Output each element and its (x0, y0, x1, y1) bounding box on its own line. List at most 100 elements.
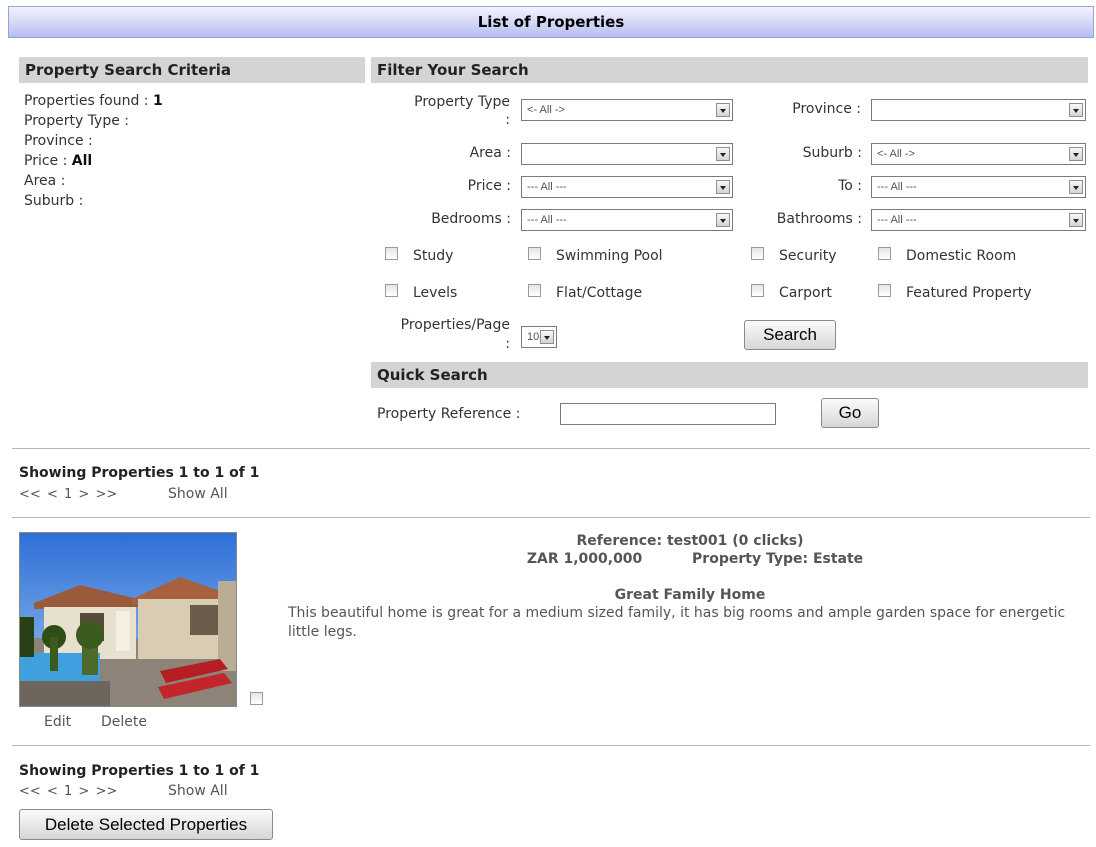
area-row: Area : (24, 173, 66, 189)
house-photo-icon (20, 533, 236, 706)
swimming-pool-checkbox[interactable] (528, 247, 541, 260)
chevron-down-icon (540, 330, 554, 344)
properties-found-label: Properties found : (24, 93, 149, 109)
carport-label: Carport (779, 285, 832, 301)
price-select-value: --- All --- (527, 181, 567, 193)
price-select[interactable]: --- All --- (521, 176, 733, 198)
chevron-down-icon (716, 103, 730, 117)
criteria-heading: Property Search Criteria (19, 57, 365, 83)
price-row: Price : All (24, 151, 163, 171)
property-photo[interactable] (19, 532, 237, 707)
bathrooms-label: Bathrooms : (776, 211, 862, 227)
pager-page-1[interactable]: 1 (64, 784, 72, 799)
featured-property-label: Featured Property (906, 285, 1032, 301)
pager-next[interactable]: > (78, 784, 89, 799)
property-type-row: Property Type : (24, 113, 130, 129)
showing-properties-top: Showing Properties 1 to 1 of 1 (19, 465, 260, 481)
flat-cottage-checkbox[interactable] (528, 284, 541, 297)
chevron-down-icon (1069, 103, 1083, 117)
suburb-select[interactable]: <- All -> (871, 143, 1086, 165)
security-checkbox[interactable] (751, 247, 764, 260)
divider (12, 448, 1090, 449)
property-type-select-value: <- All -> (527, 104, 565, 116)
study-label: Study (413, 248, 454, 264)
showing-properties-bottom: Showing Properties 1 to 1 of 1 (19, 763, 260, 779)
domestic-room-label: Domestic Room (906, 248, 1017, 264)
pager-first[interactable]: << (19, 487, 41, 502)
suburb-label: Suburb : (802, 145, 862, 161)
criteria-summary: Properties found : 1 Property Type : Pro… (24, 91, 163, 211)
price-value: All (71, 153, 93, 169)
listing-description: This beautiful home is great for a mediu… (288, 605, 1066, 640)
flat-cottage-label: Flat/Cottage (556, 285, 643, 301)
delete-link[interactable]: Delete (101, 714, 147, 730)
area-label: Area : (469, 145, 511, 161)
chevron-down-icon (716, 213, 730, 227)
show-all-link-top[interactable]: Show All (168, 486, 228, 502)
chevron-down-icon (1069, 147, 1083, 161)
edit-link[interactable]: Edit (44, 714, 71, 730)
chevron-down-icon (716, 180, 730, 194)
suburb-select-value: <- All -> (877, 148, 915, 160)
province-label: Province : (792, 101, 861, 117)
listing-price: ZAR 1,000,000 (526, 551, 643, 567)
bedrooms-label: Bedrooms : (431, 211, 511, 227)
carport-checkbox[interactable] (751, 284, 764, 297)
pager-first[interactable]: << (19, 784, 41, 799)
divider (12, 745, 1090, 746)
pager-prev[interactable]: < (47, 784, 58, 799)
quick-search-heading: Quick Search (371, 362, 1088, 388)
delete-selected-button[interactable]: Delete Selected Properties (19, 809, 273, 840)
properties-found-value: 1 (152, 93, 163, 109)
listing-reference: Reference: test001 (0 clicks) (576, 533, 804, 549)
chevron-down-icon (1069, 213, 1083, 227)
per-page-label-text: Properties/Page (400, 317, 510, 333)
chevron-down-icon (1069, 180, 1083, 194)
per-page-select-value: 10 (527, 331, 540, 343)
domestic-room-checkbox[interactable] (878, 247, 891, 260)
listing-title: Great Family Home (614, 587, 766, 603)
property-type-select[interactable]: <- All -> (521, 99, 733, 121)
featured-property-checkbox[interactable] (878, 284, 891, 297)
suburb-row: Suburb : (24, 193, 84, 209)
property-type-label: Property Type : (380, 93, 510, 129)
swimming-pool-label: Swimming Pool (556, 248, 663, 264)
per-page-label-colon: : (505, 336, 510, 352)
pager-last[interactable]: >> (95, 487, 117, 502)
to-label: To : (838, 178, 862, 194)
pager-top: << < 1 > >> (19, 487, 119, 502)
pager-next[interactable]: > (78, 487, 89, 502)
property-reference-input[interactable] (560, 403, 776, 425)
price-filter-label: Price : (467, 178, 511, 194)
go-button[interactable]: Go (821, 398, 879, 428)
page-title: List of Properties (8, 6, 1094, 38)
select-property-checkbox[interactable] (250, 692, 263, 705)
pager-prev[interactable]: < (47, 487, 58, 502)
per-page-select[interactable]: 10 (521, 326, 557, 348)
divider (12, 517, 1090, 518)
levels-checkbox[interactable] (385, 284, 398, 297)
property-type-label-colon: : (505, 112, 510, 128)
show-all-link-bottom[interactable]: Show All (168, 783, 228, 799)
price-label: Price : (24, 153, 68, 169)
search-button[interactable]: Search (744, 320, 836, 350)
property-type-label-text: Property Type (414, 94, 510, 110)
area-select[interactable] (521, 143, 733, 165)
listing-property-type: Property Type: Estate (692, 551, 864, 567)
chevron-down-icon (716, 147, 730, 161)
listing-meta: ZAR 1,000,000 Property Type: Estate (460, 551, 930, 567)
bathrooms-select[interactable]: --- All --- (871, 209, 1086, 231)
properties-found-row: Properties found : 1 (24, 91, 163, 111)
province-row: Province : (24, 133, 93, 149)
province-select[interactable] (871, 99, 1086, 121)
property-reference-label: Property Reference : (377, 406, 521, 422)
filter-heading: Filter Your Search (371, 57, 1088, 83)
study-checkbox[interactable] (385, 247, 398, 260)
bedrooms-select[interactable]: --- All --- (521, 209, 733, 231)
pager-last[interactable]: >> (95, 784, 117, 799)
pager-page-1[interactable]: 1 (64, 487, 72, 502)
price-to-select[interactable]: --- All --- (871, 176, 1086, 198)
per-page-label: Properties/Page : (374, 316, 510, 354)
price-to-select-value: --- All --- (877, 181, 917, 193)
bathrooms-select-value: --- All --- (877, 214, 917, 226)
